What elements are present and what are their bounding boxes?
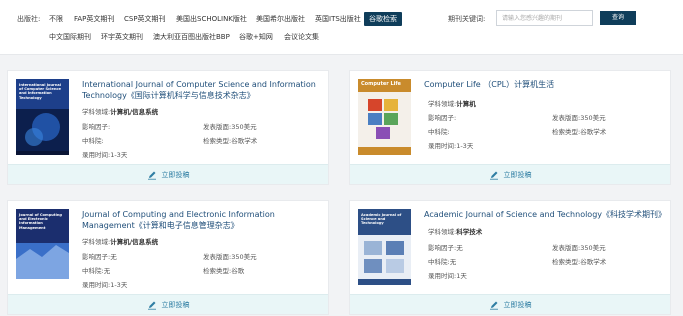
publish-fee: 发表版面:350美元 bbox=[552, 114, 606, 122]
pen-icon bbox=[147, 171, 156, 180]
journal-title[interactable]: International Journal of Computer Scienc… bbox=[82, 79, 322, 101]
impact-factor: 影响因子: bbox=[82, 123, 111, 131]
cover-title: Computer Life bbox=[361, 81, 401, 87]
field-row: 学科领域:计算机 bbox=[428, 100, 476, 108]
journal-cover[interactable]: International Journal of Computer Scienc… bbox=[16, 79, 69, 155]
pen-icon bbox=[147, 301, 156, 310]
cas-zone: 中科院:无 bbox=[428, 258, 457, 266]
journal-card: Journal of Computing and Electronic Info… bbox=[7, 200, 329, 315]
keyword-label: 期刊关键词: bbox=[448, 15, 486, 23]
submit-label: 立即投稿 bbox=[161, 170, 190, 179]
publisher-option-fap[interactable]: FAP英文期刊 bbox=[74, 14, 114, 24]
field-row: 学科领域:计算机/信息系统 bbox=[82, 238, 159, 246]
field-row: 学科领域:科学技术 bbox=[428, 228, 483, 236]
publish-fee: 发表版面:350美元 bbox=[203, 123, 257, 131]
publisher-option-google-index[interactable]: 谷歌检索 bbox=[364, 12, 402, 26]
publisher-option-its[interactable]: 英国ITS出版社 bbox=[315, 14, 361, 24]
journal-cover[interactable]: Academic Journal of Science and Technolo… bbox=[358, 209, 411, 285]
submit-button[interactable]: 立即投稿 bbox=[147, 300, 190, 310]
submit-label: 立即投稿 bbox=[161, 300, 190, 309]
journal-cover[interactable]: Journal of Computing and Electronic Info… bbox=[16, 209, 69, 285]
publisher-option-bbp[interactable]: 澳大利亚百图出版社BBP bbox=[153, 32, 230, 42]
index-type: 检索类型:谷歌 bbox=[203, 267, 245, 275]
publisher-option-huanyu[interactable]: 环宇英文期刊 bbox=[101, 32, 143, 42]
acceptance-time: 录用时间:1天 bbox=[428, 272, 467, 280]
cover-title: Academic Journal of Science and Technolo… bbox=[361, 213, 402, 226]
field-row: 学科领域:计算机/信息系统 bbox=[82, 108, 159, 116]
acceptance-time: 录用时间:1-3天 bbox=[428, 142, 474, 150]
submit-bar: 立即投稿 bbox=[8, 164, 328, 184]
filter-bar: 出版社: 不限 FAP英文期刊 CSP英文期刊 美国出SCHOLINK版社 美国… bbox=[0, 0, 683, 55]
publisher-option-google-cnki[interactable]: 谷歌+知网 bbox=[239, 32, 273, 42]
cover-title: International Journal of Computer Scienc… bbox=[19, 83, 62, 100]
journal-cover[interactable]: Computer Life bbox=[358, 79, 411, 155]
publisher-option-all[interactable]: 不限 bbox=[49, 14, 63, 24]
publisher-option-hill[interactable]: 美国希尔出版社 bbox=[256, 14, 305, 24]
publisher-option-csp[interactable]: CSP英文期刊 bbox=[124, 14, 166, 24]
submit-label: 立即投稿 bbox=[503, 300, 532, 309]
index-type: 检索类型:谷歌学术 bbox=[552, 258, 607, 266]
journal-title[interactable]: Academic Journal of Science and Technolo… bbox=[424, 209, 666, 220]
cas-zone: 中科院: bbox=[428, 128, 450, 136]
publisher-option-scholink[interactable]: 美国出SCHOLINK版社 bbox=[176, 14, 247, 24]
journal-card: International Journal of Computer Scienc… bbox=[7, 70, 329, 185]
journal-card: Computer Life Computer Life （CPL）计算机生活 学… bbox=[349, 70, 671, 185]
search-button[interactable]: 查询 bbox=[600, 11, 636, 25]
submit-button[interactable]: 立即投稿 bbox=[147, 170, 190, 180]
publisher-label: 出版社: bbox=[17, 15, 41, 23]
submit-label: 立即投稿 bbox=[503, 170, 532, 179]
index-type: 检索类型:谷歌学术 bbox=[203, 137, 258, 145]
journal-title[interactable]: Computer Life （CPL）计算机生活 bbox=[424, 79, 664, 90]
publish-fee: 发表版面:350美元 bbox=[203, 253, 257, 261]
submit-bar: 立即投稿 bbox=[350, 164, 670, 184]
journal-title[interactable]: Journal of Computing and Electronic Info… bbox=[82, 209, 322, 231]
keyword-search-input[interactable] bbox=[496, 10, 593, 26]
pen-icon bbox=[489, 301, 498, 310]
cas-zone: 中科院: bbox=[82, 137, 104, 145]
submit-bar: 立即投稿 bbox=[350, 294, 670, 314]
publisher-option-cn-intl[interactable]: 中文国际期刊 bbox=[49, 32, 91, 42]
cover-art bbox=[358, 79, 411, 155]
publisher-option-proceedings[interactable]: 会议论文集 bbox=[284, 32, 319, 42]
index-type: 检索类型:谷歌学术 bbox=[552, 128, 607, 136]
pen-icon bbox=[489, 171, 498, 180]
acceptance-time: 录用时间:1-3天 bbox=[82, 281, 128, 289]
impact-factor: 影响因子:无 bbox=[428, 244, 463, 252]
cover-title: Journal of Computing and Electronic Info… bbox=[19, 213, 62, 230]
submit-button[interactable]: 立即投稿 bbox=[489, 300, 532, 310]
journal-card: Academic Journal of Science and Technolo… bbox=[349, 200, 671, 315]
impact-factor: 影响因子:无 bbox=[82, 253, 117, 261]
cas-zone: 中科院:无 bbox=[82, 267, 111, 275]
submit-button[interactable]: 立即投稿 bbox=[489, 170, 532, 180]
acceptance-time: 录用时间:1-3天 bbox=[82, 151, 128, 159]
submit-bar: 立即投稿 bbox=[8, 294, 328, 314]
publish-fee: 发表版面:350美元 bbox=[552, 244, 606, 252]
impact-factor: 影响因子: bbox=[428, 114, 457, 122]
